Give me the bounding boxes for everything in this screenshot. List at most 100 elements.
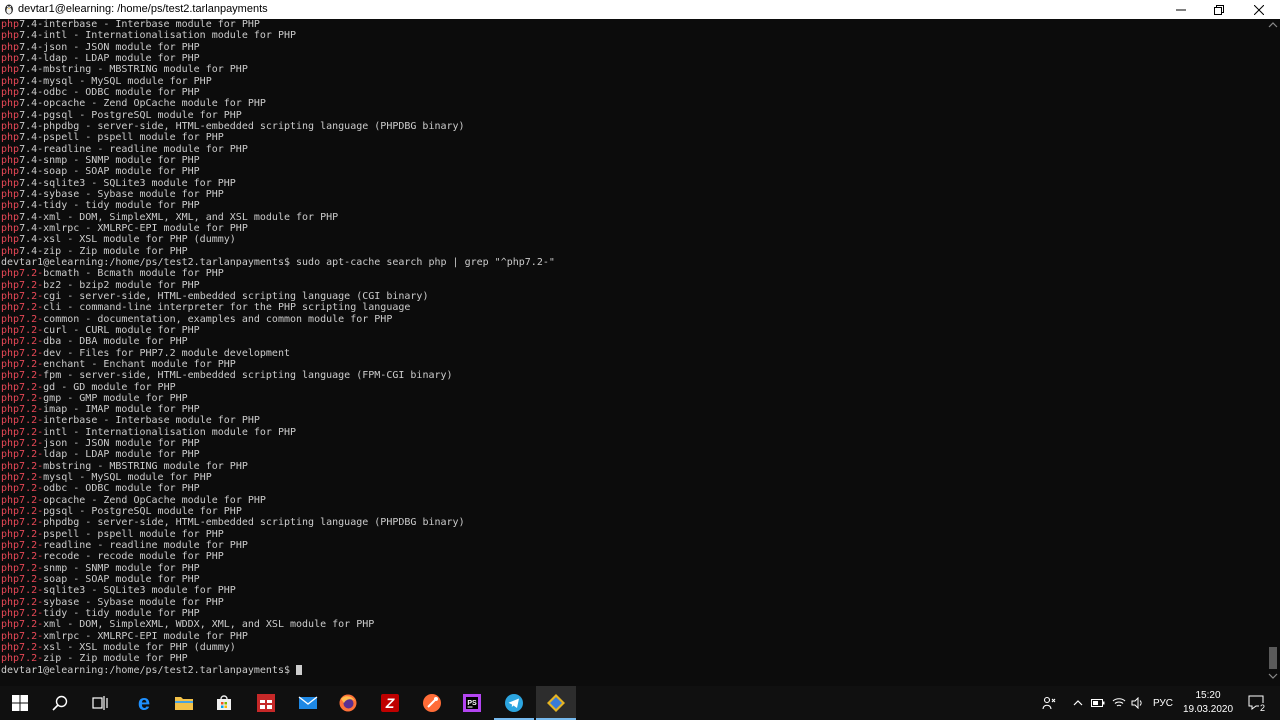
title-bar[interactable]: devtar1@elearning: /home/ps/test2.tarlan…: [0, 0, 1280, 19]
store-app[interactable]: [204, 686, 244, 720]
telegram-app[interactable]: [494, 686, 534, 720]
package-prefix: php7.2-: [1, 347, 44, 359]
action-center-button[interactable]: 2: [1242, 686, 1272, 720]
task-view-icon: [92, 696, 108, 710]
package-description: 7.4-ldap - LDAP module for PHP: [19, 52, 200, 64]
terminal-line: php7.2-soap - SOAP module for PHP: [1, 574, 555, 585]
package-prefix: php7.2-: [1, 540, 44, 552]
edge-app[interactable]: e: [124, 686, 164, 720]
phpstorm-app[interactable]: PS: [452, 686, 492, 720]
package-prefix: php: [1, 64, 20, 76]
red-app-icon: [257, 694, 275, 712]
terminal-line: php7.2-dba - DBA module for PHP: [1, 336, 555, 347]
package-prefix: php7.2-: [1, 324, 44, 336]
clock-time: 15:20: [1195, 690, 1221, 701]
red-app[interactable]: [246, 686, 286, 720]
terminal-line: php7.4-mysql - MySQL module for PHP: [1, 76, 555, 87]
package-description: pspell - pspell module for PHP: [43, 528, 224, 540]
package-prefix: php: [1, 166, 20, 178]
package-prefix: php7.2-: [1, 381, 44, 393]
package-prefix: php7.2-: [1, 551, 44, 563]
filezilla-app[interactable]: Z: [370, 686, 410, 720]
package-description: dev - Files for PHP7.2 module developmen…: [43, 347, 290, 359]
minimize-button[interactable]: [1162, 0, 1200, 19]
minimize-icon: [1176, 9, 1186, 10]
package-description: tidy - tidy module for PHP: [43, 608, 200, 620]
package-prefix: php: [1, 132, 20, 144]
svg-text:e: e: [138, 693, 150, 713]
terminal-line: php7.2-cli - command-line interpreter fo…: [1, 302, 555, 313]
package-prefix: php: [1, 200, 20, 212]
scroll-up-arrow-icon[interactable]: [1268, 21, 1278, 29]
store-icon: [217, 695, 231, 710]
package-prefix: php7.2-: [1, 517, 44, 529]
terminal-line: php7.4-sybase - Sybase module for PHP: [1, 189, 555, 200]
wifi-button[interactable]: [1110, 686, 1128, 720]
package-description: zip - Zip module for PHP: [43, 653, 188, 665]
package-prefix: php7.2-: [1, 630, 44, 642]
package-description: readline - readline module for PHP: [43, 540, 248, 552]
scrollbar-thumb[interactable]: [1269, 647, 1277, 669]
people-icon: [1042, 696, 1056, 710]
terminal-line: php7.2-curl - CURL module for PHP: [1, 325, 555, 336]
terminal-line: php7.2-gd - GD module for PHP: [1, 382, 555, 393]
language-indicator[interactable]: РУС: [1150, 686, 1176, 720]
package-description: xsl - XSL module for PHP (dummy): [43, 642, 236, 654]
file-explorer-icon: [175, 697, 193, 710]
battery-button[interactable]: [1090, 686, 1106, 720]
clock-date: 19.03.2020: [1182, 704, 1234, 715]
package-description: 7.4-interbase - Interbase module for PHP: [19, 19, 260, 30]
terminal-line: devtar1@elearning:/home/ps/test2.tarlanp…: [1, 664, 555, 676]
package-description: bcmath - Bcmath module for PHP: [43, 268, 224, 280]
clock[interactable]: 15:20 19.03.2020: [1178, 689, 1238, 717]
postman-app[interactable]: [412, 686, 452, 720]
terminal-line: php7.4-phpdbg - server-side, HTML-embedd…: [1, 121, 555, 132]
package-description: fpm - server-side, HTML-embedded scripti…: [43, 370, 453, 382]
start-button[interactable]: [0, 686, 40, 720]
package-prefix: php: [1, 188, 20, 200]
package-prefix: php7.2-: [1, 574, 44, 586]
terminal-line: php7.2-common - documentation, examples …: [1, 314, 555, 325]
package-prefix: php7.2-: [1, 528, 44, 540]
terminal-output[interactable]: php 7.4-interbase - Interbase module for …: [0, 19, 1266, 686]
package-description: 7.4-json - JSON module for PHP: [19, 41, 200, 53]
window-title: devtar1@elearning: /home/ps/test2.tarlan…: [18, 3, 268, 15]
terminal-app-active[interactable]: [536, 686, 576, 720]
close-button[interactable]: [1240, 0, 1278, 19]
package-prefix: php7.2-: [1, 268, 44, 280]
package-prefix: php7.2-: [1, 562, 44, 574]
terminal-line: php7.2-json - JSON module for PHP: [1, 438, 555, 449]
volume-button[interactable]: [1130, 686, 1146, 720]
terminal-line: php7.2-enchant - Enchant module for PHP: [1, 359, 555, 370]
package-description: json - JSON module for PHP: [43, 438, 200, 450]
file-explorer-app[interactable]: [164, 686, 204, 720]
package-description: common - documentation, examples and com…: [43, 313, 393, 325]
task-view-button[interactable]: [80, 686, 120, 720]
terminal-line: php7.2-phpdbg - server-side, HTML-embedd…: [1, 517, 555, 528]
package-prefix: php7.2-: [1, 494, 44, 506]
terminal-cursor: [296, 664, 303, 675]
people-button[interactable]: [1038, 686, 1060, 720]
firefox-app[interactable]: [328, 686, 368, 720]
terminal-line: php7.4-opcache - Zend OpCache module for…: [1, 98, 555, 109]
package-description: sqlite3 - SQLite3 module for PHP: [43, 585, 236, 597]
package-description: soap - SOAP module for PHP: [43, 574, 200, 586]
package-prefix: php7.2-: [1, 449, 44, 461]
package-prefix: php7.2-: [1, 302, 44, 314]
close-icon: [1254, 4, 1264, 15]
show-hidden-icons-button[interactable]: [1070, 686, 1086, 720]
package-description: 7.4-sqlite3 - SQLite3 module for PHP: [19, 177, 236, 189]
package-description: sybase - Sybase module for PHP: [43, 596, 224, 608]
vertical-scrollbar[interactable]: [1266, 19, 1280, 686]
maximize-button[interactable]: [1200, 0, 1238, 19]
terminal-line: php7.2-xml - DOM, SimpleXML, WDDX, XML, …: [1, 619, 555, 630]
package-description: xml - DOM, SimpleXML, WDDX, XML, and XSL…: [43, 619, 375, 631]
package-description: snmp - SNMP module for PHP: [43, 562, 200, 574]
terminal-line: php7.4-readline - readline module for PH…: [1, 144, 555, 155]
phpstorm-icon: PS: [463, 694, 481, 712]
scroll-down-arrow-icon[interactable]: [1268, 672, 1278, 680]
mail-app[interactable]: [288, 686, 328, 720]
package-description: 7.4-sybase - Sybase module for PHP: [19, 188, 224, 200]
search-button[interactable]: [40, 686, 80, 720]
package-prefix: php: [1, 177, 20, 189]
